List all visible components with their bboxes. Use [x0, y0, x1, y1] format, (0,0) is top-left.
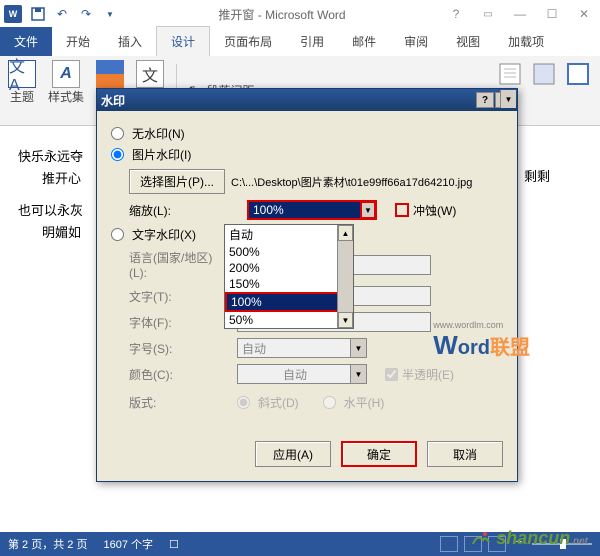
qat-dropdown-icon[interactable]: ▼: [100, 4, 120, 24]
horizontal-label: 水平(H): [344, 394, 385, 411]
styleset-label: 样式集: [48, 88, 84, 105]
page-color-button[interactable]: [530, 60, 558, 88]
radio-picture-watermark[interactable]: [111, 148, 124, 161]
size-dropdown-arrow: ▼: [350, 339, 366, 357]
tab-review[interactable]: 审阅: [390, 27, 442, 56]
tab-mailings[interactable]: 邮件: [338, 27, 390, 56]
close-icon[interactable]: ✕: [572, 4, 596, 24]
colors-icon: [96, 60, 124, 88]
font-dropdown-arrow: ▼: [500, 90, 516, 108]
fonts-icon: 文: [136, 60, 164, 88]
status-lang-icon[interactable]: ☐: [169, 538, 179, 551]
dialog-help-icon[interactable]: ?: [476, 92, 494, 108]
themes-icon: 文A: [8, 60, 36, 88]
picture-file-path: C:\...\Desktop\图片素材\t01e99ff66a17d64210.…: [231, 174, 472, 190]
layout-label: 版式:: [129, 394, 229, 411]
scale-combo[interactable]: [247, 200, 377, 220]
radio-text-watermark[interactable]: [111, 228, 124, 241]
styleset-icon: A: [52, 60, 80, 88]
tab-design[interactable]: 设计: [156, 26, 210, 56]
watermark-button[interactable]: [496, 60, 524, 88]
view-web-icon[interactable]: [488, 536, 506, 552]
color-label: 颜色(C):: [129, 366, 229, 383]
status-words[interactable]: 1607 个字: [103, 536, 153, 552]
scroll-up-icon[interactable]: ▲: [338, 225, 353, 241]
select-picture-button[interactable]: 选择图片(P)...: [129, 169, 225, 194]
doc-line-right: 剩剩: [524, 166, 550, 188]
titlebar: W ↶ ↷ ▼ 推开窗 - Microsoft Word ? ▭ — ☐ ✕: [0, 0, 600, 28]
quick-access-toolbar: ↶ ↷ ▼: [28, 4, 120, 24]
minimize-icon[interactable]: —: [508, 4, 532, 24]
tab-home[interactable]: 开始: [52, 27, 104, 56]
statusbar: 第 2 页，共 2 页 1607 个字 ☐ −: [0, 532, 600, 556]
color-dropdown-arrow: ▼: [350, 365, 366, 383]
dialog-titlebar: 水印 ? ✕: [97, 89, 517, 111]
language-label: 语言(国家/地区)(L):: [129, 249, 229, 280]
page-borders-button[interactable]: [564, 60, 592, 88]
themes-label: 主题: [10, 88, 34, 105]
word-app-icon: W: [4, 5, 22, 23]
view-print-icon[interactable]: [464, 536, 482, 552]
no-watermark-label: 无水印(N): [132, 125, 185, 142]
color-combo: [237, 364, 367, 384]
apply-button[interactable]: 应用(A): [255, 441, 331, 467]
ribbon-tabs: 文件 开始 插入 设计 页面布局 引用 邮件 审阅 视图 加载项: [0, 28, 600, 56]
scale-dropdown-arrow[interactable]: ▼: [360, 201, 376, 219]
tab-references[interactable]: 引用: [286, 27, 338, 56]
themes-button[interactable]: 文A 主题: [8, 60, 36, 121]
zoom-out-icon[interactable]: −: [512, 536, 526, 552]
ribbon-display-icon[interactable]: ▭: [476, 4, 500, 24]
dd-item-50[interactable]: 50%: [225, 312, 353, 328]
tab-insert[interactable]: 插入: [104, 27, 156, 56]
tab-view[interactable]: 视图: [442, 27, 494, 56]
dd-item-150[interactable]: 150%: [225, 276, 353, 292]
styleset-button[interactable]: A 样式集: [48, 60, 84, 121]
view-read-icon[interactable]: [440, 536, 458, 552]
scale-dropdown-list: 自动 500% 200% 150% 100% 50% ▲ ▼: [224, 224, 354, 329]
radio-horizontal: [323, 396, 336, 409]
font-label: 字体(F):: [129, 314, 229, 331]
undo-icon[interactable]: ↶: [52, 4, 72, 24]
dropdown-scrollbar[interactable]: ▲ ▼: [337, 225, 353, 328]
cancel-button[interactable]: 取消: [427, 441, 503, 467]
dialog-title: 水印: [101, 92, 125, 109]
text-label: 文字(T):: [129, 288, 229, 305]
semitransparent-checkbox: [385, 368, 398, 381]
semitransparent-label: 半透明(E): [402, 366, 454, 383]
help-icon[interactable]: ?: [444, 4, 468, 24]
status-page[interactable]: 第 2 页，共 2 页: [8, 536, 87, 552]
diagonal-label: 斜式(D): [258, 394, 299, 411]
size-combo: [237, 338, 367, 358]
dd-item-500[interactable]: 500%: [225, 244, 353, 260]
maximize-icon[interactable]: ☐: [540, 4, 564, 24]
size-label: 字号(S):: [129, 340, 229, 357]
dialog-footer: 应用(A) 确定 取消: [97, 431, 517, 481]
dd-item-100[interactable]: 100%: [225, 292, 353, 312]
washout-label: 冲蚀(W): [413, 202, 456, 219]
window-controls: ? ▭ — ☐ ✕: [444, 4, 596, 24]
dd-item-200[interactable]: 200%: [225, 260, 353, 276]
radio-diagonal: [237, 396, 250, 409]
tab-layout[interactable]: 页面布局: [210, 27, 286, 56]
scroll-down-icon[interactable]: ▼: [338, 312, 353, 328]
tab-addins[interactable]: 加载项: [494, 27, 558, 56]
picture-watermark-label: 图片水印(I): [132, 146, 191, 163]
dd-item-auto[interactable]: 自动: [225, 225, 353, 244]
text-watermark-label: 文字水印(X): [132, 226, 196, 243]
app-title: 推开窗 - Microsoft Word: [120, 6, 444, 23]
scale-label: 缩放(L):: [129, 202, 183, 219]
ok-button[interactable]: 确定: [341, 441, 417, 467]
washout-checkbox[interactable]: [395, 203, 409, 217]
zoom-slider[interactable]: [532, 543, 592, 545]
tab-file[interactable]: 文件: [0, 27, 52, 56]
save-icon[interactable]: [28, 4, 48, 24]
radio-no-watermark[interactable]: [111, 127, 124, 140]
redo-icon[interactable]: ↷: [76, 4, 96, 24]
